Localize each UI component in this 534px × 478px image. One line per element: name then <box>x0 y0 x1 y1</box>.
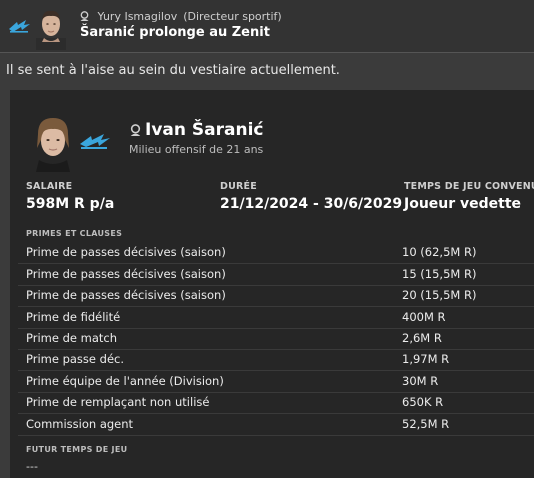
clause-name: Prime de remplaçant non utilisé <box>26 395 210 409</box>
duration-value: 21/12/2024 - 30/6/2029 <box>220 196 403 212</box>
salary-value: 598M R p/a <box>26 196 115 212</box>
salary-label: SALAIRE <box>26 181 73 192</box>
clause-value: 52,5M R <box>402 417 450 431</box>
zenit-logo-icon[interactable] <box>77 131 113 151</box>
clause-row: Prime de match 2,6M R <box>18 328 534 350</box>
message-subject: Šaranić prolonge au Zenit <box>80 25 270 40</box>
clause-row: Commission agent 52,5M R <box>18 414 534 436</box>
player-face-icon[interactable] <box>30 114 76 172</box>
clause-value: 650K R <box>402 395 444 409</box>
sender-face-icon[interactable] <box>36 8 66 50</box>
clause-row: Prime de passes décisives (saison) 10 (6… <box>18 242 534 264</box>
duration-label: DURÉE <box>220 181 257 192</box>
clause-name: Prime de fidélité <box>26 310 121 324</box>
clause-row: Prime passe déc. 1,97M R <box>18 349 534 371</box>
clause-name: Prime de match <box>26 331 117 345</box>
message-body: Il se sent à l'aise au sein du vestiaire… <box>6 63 340 78</box>
clause-row: Prime de passes décisives (saison) 15 (1… <box>18 264 534 286</box>
contract-card: Ivan Šaranić Milieu offensif de 21 ans S… <box>10 90 534 478</box>
clause-row: Prime de passes décisives (saison) 20 (1… <box>18 285 534 307</box>
sender-line: Yury Ismagilov (Directeur sportif) <box>80 10 282 23</box>
player-name[interactable]: Ivan Šaranić <box>145 120 263 140</box>
clause-value: 2,6M R <box>402 331 442 345</box>
zenit-logo-icon[interactable] <box>6 16 32 36</box>
clause-name: Prime de passes décisives (saison) <box>26 288 226 302</box>
sender-name[interactable]: Yury Ismagilov <box>98 10 178 23</box>
future-playing-time-title: FUTUR TEMPS DE JEU <box>26 445 128 454</box>
future-playing-time-value: --- <box>26 460 38 473</box>
clauses-title: PRIMES ET CLAUSES <box>26 229 123 238</box>
clause-row: Prime de fidélité 400M R <box>18 307 534 329</box>
message-header: Yury Ismagilov (Directeur sportif) Šarani… <box>0 0 534 53</box>
sender-role: (Directeur sportif) <box>183 10 282 23</box>
clause-name: Prime équipe de l'année (Division) <box>26 374 224 388</box>
clause-name: Prime de passes décisives (saison) <box>26 245 226 259</box>
clause-name: Prime passe déc. <box>26 352 125 366</box>
clause-value: 15 (15,5M R) <box>402 267 477 281</box>
clause-value: 1,97M R <box>402 352 450 366</box>
person-icon <box>80 11 89 21</box>
playing-time-label: TEMPS DE JEU CONVENU <box>404 181 534 192</box>
person-icon <box>130 124 141 136</box>
clause-name: Prime de passes décisives (saison) <box>26 267 226 281</box>
clause-value: 400M R <box>402 310 446 324</box>
player-description: Milieu offensif de 21 ans <box>129 143 264 156</box>
clause-value: 10 (62,5M R) <box>402 245 477 259</box>
clause-row: Prime équipe de l'année (Division) 30M R <box>18 371 534 393</box>
clause-value: 20 (15,5M R) <box>402 288 477 302</box>
clause-name: Commission agent <box>26 417 134 431</box>
clause-value: 30M R <box>402 374 439 388</box>
player-name-row[interactable]: Ivan Šaranić <box>130 120 263 140</box>
playing-time-value: Joueur vedette <box>404 196 522 212</box>
clause-row: Prime de remplaçant non utilisé 650K R <box>18 392 534 414</box>
